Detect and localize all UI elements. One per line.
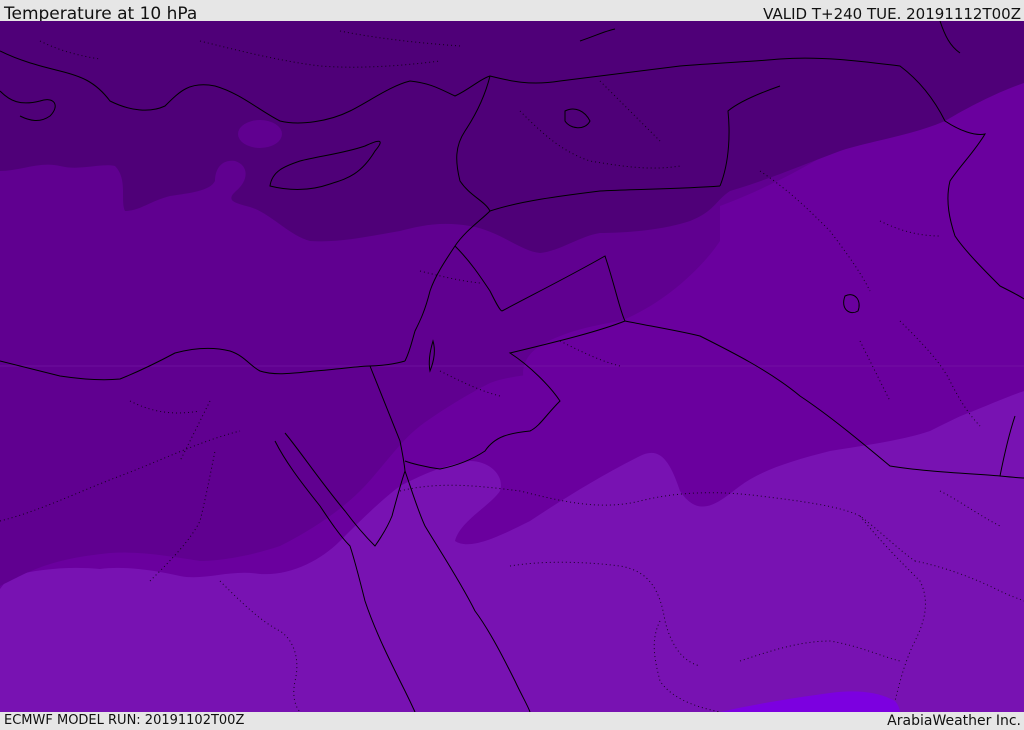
map-canvas: [0, 21, 1024, 712]
weather-map[interactable]: [0, 21, 1024, 712]
credit-label: ArabiaWeather Inc.: [887, 713, 1021, 729]
model-run-label: ECMWF MODEL RUN: 20191102T00Z: [4, 713, 245, 728]
temp-blob: [238, 120, 282, 148]
footer-bar: ECMWF MODEL RUN: 20191102T00Z ArabiaWeat…: [0, 712, 1024, 729]
header-bar: Temperature at 10 hPa VALID T+240 TUE. 2…: [0, 0, 1024, 24]
